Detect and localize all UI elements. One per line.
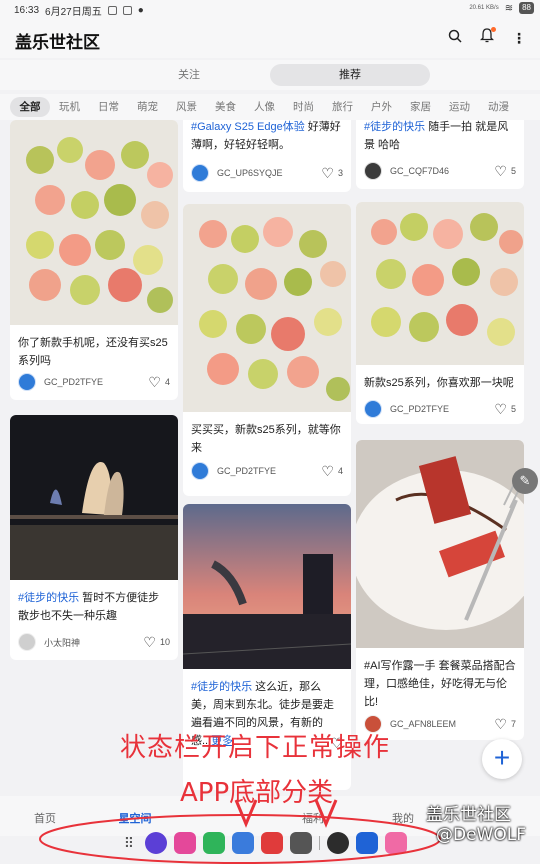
author-name[interactable]: 小太阳神 xyxy=(44,636,143,649)
gallery-icon xyxy=(122,6,132,15)
post-tag[interactable]: #徒步的快乐 xyxy=(364,121,425,133)
category-item[interactable]: 萌宠 xyxy=(128,97,167,117)
category-item[interactable]: 人像 xyxy=(245,97,284,117)
heart-icon[interactable]: ♡ xyxy=(148,375,161,389)
category-item[interactable]: 日常 xyxy=(89,97,128,117)
post-feed: 你了新款手机呢，还没有买s25系列吗 GC_PD2TFYE ♡ 4 #徒步的快乐 … xyxy=(0,120,540,790)
post-image-fruit xyxy=(183,204,351,412)
post-text: 新款s25系列，你喜欢那一块呢 xyxy=(364,377,514,389)
post-meta: GC_CQF7D46 ♡ 5 xyxy=(364,162,516,180)
post-card[interactable]: 买买买，新款s25系列，就等你来 GC_PD2TFYE ♡ 4 xyxy=(183,204,351,496)
post-image-cake xyxy=(356,440,524,648)
heart-icon[interactable]: ♡ xyxy=(321,166,334,180)
author-name[interactable]: GC_PD2TFYE xyxy=(390,404,494,414)
post-tag[interactable]: #徒步的快乐 xyxy=(191,681,252,693)
avatar[interactable] xyxy=(18,373,36,391)
edit-pencil-icon[interactable]: ✎ xyxy=(512,468,538,494)
location-icon: ● xyxy=(137,5,144,16)
post-card[interactable]: #AI写作露一手 套餐菜品搭配合理，口感绝佳，好吃得无与伦比! GC_AFN8L… xyxy=(356,440,524,740)
avatar[interactable] xyxy=(191,462,209,480)
post-meta: GC_PD2TFYE ♡ 4 xyxy=(191,462,343,480)
like-count: 5 xyxy=(510,166,516,176)
tab-recommend[interactable]: 推荐 xyxy=(270,64,430,86)
category-item[interactable]: 美食 xyxy=(206,97,245,117)
heart-icon[interactable]: ♡ xyxy=(321,464,334,478)
like-count: 4 xyxy=(164,377,170,387)
watermark-author: @DeWOLF xyxy=(436,825,526,845)
category-item[interactable]: 运动 xyxy=(440,97,479,117)
post-meta: GC_PD2TFYE ♡ 5 xyxy=(364,400,516,418)
post-text: 买买买，新款s25系列，就等你来 xyxy=(191,424,341,454)
app-header: 盖乐世社区 ⋮ xyxy=(0,18,540,58)
post-image-fruit xyxy=(356,202,524,365)
avatar[interactable] xyxy=(18,633,36,651)
post-card[interactable]: #Galaxy S25 Edge体验 好薄好薄啊，好轻好轻啊。 GC_UP6SY… xyxy=(183,120,351,192)
post-image-sunset xyxy=(183,504,351,669)
heart-icon[interactable]: ♡ xyxy=(143,635,156,649)
search-icon[interactable] xyxy=(448,29,462,48)
category-item[interactable]: 旅行 xyxy=(323,97,362,117)
avatar[interactable] xyxy=(364,400,382,418)
status-bar: 16:33 6月27日周五 ● 20.61 KB/s ≋ 88 xyxy=(0,0,540,18)
avatar[interactable] xyxy=(364,162,382,180)
category-item[interactable]: 风景 xyxy=(167,97,206,117)
category-item[interactable]: 家居 xyxy=(401,97,440,117)
post-card[interactable]: #徒步的快乐 暂时不方便徒步散步也不失一种乐趣 小太阳神 ♡ 10 xyxy=(10,415,178,660)
author-name[interactable]: GC_PD2TFYE xyxy=(217,466,321,476)
notification-dot xyxy=(491,27,496,32)
watermark-title: 盖乐世社区 xyxy=(426,805,511,825)
annotation-text-2: APP底部分类 xyxy=(180,778,334,808)
notification-bell-icon[interactable] xyxy=(479,27,496,48)
category-item[interactable]: 动漫 xyxy=(479,97,518,117)
heart-icon[interactable]: ♡ xyxy=(494,402,507,416)
app-title: 盖乐世社区 xyxy=(15,33,100,52)
category-bar: 全部 玩机 日常 萌宠 风景 美食 人像 时尚 旅行 户外 家居 运动 动漫 xyxy=(0,94,540,120)
feed-segment: 关注 推荐 xyxy=(0,60,540,90)
like-count: 5 xyxy=(510,404,516,414)
like-count: 4 xyxy=(337,466,343,476)
category-item[interactable]: 玩机 xyxy=(50,97,89,117)
more-options-icon[interactable]: ⋮ xyxy=(512,30,526,47)
battery-indicator: 88 xyxy=(519,2,534,14)
author-name[interactable]: GC_UP6SYQJE xyxy=(217,168,321,178)
category-item[interactable]: 时尚 xyxy=(284,97,323,117)
post-meta: GC_PD2TFYE ♡ 4 xyxy=(18,373,170,391)
category-all[interactable]: 全部 xyxy=(10,97,50,117)
avatar[interactable] xyxy=(191,164,209,182)
category-item[interactable]: 户外 xyxy=(362,97,401,117)
post-tag[interactable]: #徒步的快乐 xyxy=(18,592,79,604)
post-meta: GC_UP6SYQJE ♡ 3 xyxy=(191,164,343,182)
post-card[interactable]: #徒步的快乐 随手一拍 就是风景 哈哈 GC_CQF7D46 ♡ 5 xyxy=(356,120,524,189)
post-tag[interactable]: #Galaxy S25 Edge体验 xyxy=(191,121,305,133)
post-image-night xyxy=(10,415,178,580)
screenshot-icon xyxy=(107,6,117,15)
post-meta: 小太阳神 ♡ 10 xyxy=(18,633,170,651)
post-image-fruit xyxy=(10,120,178,325)
post-text: 你了新款手机呢，还没有买s25系列吗 xyxy=(18,337,168,367)
status-date: 6月27日周五 xyxy=(45,7,102,18)
author-name[interactable]: GC_CQF7D46 xyxy=(390,166,494,176)
status-time: 16:33 xyxy=(14,5,40,16)
heart-icon[interactable]: ♡ xyxy=(494,164,507,178)
tab-follow[interactable]: 关注 xyxy=(108,64,270,86)
like-count: 3 xyxy=(337,168,343,178)
author-name[interactable]: GC_PD2TFYE xyxy=(44,377,148,387)
post-card[interactable]: 新款s25系列，你喜欢那一块呢 GC_PD2TFYE ♡ 5 xyxy=(356,202,524,424)
like-count: 10 xyxy=(159,637,170,647)
wifi-icon: ≋ xyxy=(504,2,514,14)
annotation-text-1: 状态栏开启下正常操作 xyxy=(120,733,391,763)
net-speed: 20.61 KB/s xyxy=(469,5,499,11)
post-card[interactable]: 你了新款手机呢，还没有买s25系列吗 GC_PD2TFYE ♡ 4 xyxy=(10,120,178,400)
